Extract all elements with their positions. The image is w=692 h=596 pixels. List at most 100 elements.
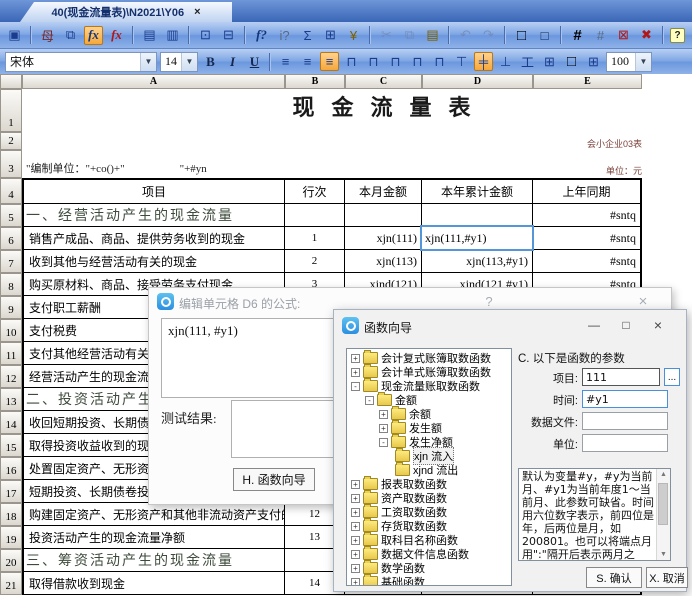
expand-icon[interactable]: - [351,382,360,391]
expand-icon[interactable]: + [351,494,360,503]
param-input-datafile[interactable] [582,412,668,430]
row-header[interactable]: 16 [0,457,22,480]
row-header[interactable]: 18 [0,503,22,526]
table-cell[interactable] [345,204,422,227]
align-center-icon[interactable]: ≡ [298,52,317,71]
fit-height-icon[interactable]: 工 [518,52,537,71]
row-header[interactable]: 12 [0,365,22,388]
expand-icon[interactable]: + [351,578,360,587]
zoom-select[interactable]: 100 ▼ [606,52,652,72]
border-middle-icon[interactable]: ⊓ [364,52,383,71]
scroll-up-icon[interactable]: ▲ [657,471,670,478]
expand-icon[interactable]: + [351,522,360,531]
tab-close-icon[interactable]: × [194,6,200,18]
table-compute-icon[interactable]: ⊞ [321,26,340,45]
sheet-tab[interactable]: 40(现金流量表)\N2021\Y06 × [20,2,232,22]
tree-item[interactable]: -金额 [347,393,511,407]
font-select[interactable]: 宋体 ▼ [5,52,157,72]
formula-icon[interactable]: fx [84,26,103,45]
cut-icon[interactable]: ✂ [377,26,396,45]
grid-bold-icon[interactable]: # [568,26,587,45]
dialog-close-icon[interactable]: × [635,293,651,310]
table-cell[interactable]: #sntq [533,204,640,227]
scrollbar[interactable]: ▲ ▼ [656,469,670,560]
table-cell[interactable]: #sntq [533,227,640,250]
border-thin-icon[interactable]: □ [535,26,554,45]
row-header[interactable]: 7 [0,250,22,273]
split-horizontal-icon[interactable]: ▤ [140,26,159,45]
print-preview-icon[interactable]: ⊡ [196,26,215,45]
table-cell[interactable]: 销售产成品、商品、提供劳务收到的现金 [24,227,285,250]
row-header[interactable]: 10 [0,319,22,342]
tree-item[interactable]: +数据文件信息函数 [347,547,511,561]
currency-icon[interactable]: ¥ [344,26,363,45]
font-size-select[interactable]: 14 ▼ [160,52,198,72]
selected-cell-d6[interactable]: xjn(111,#y1) [420,225,534,251]
help-note-icon[interactable]: ? [670,28,685,43]
table-cell[interactable]: xjn(111) [345,227,422,250]
formula-edit-icon[interactable]: fx [107,26,126,45]
paste-icon[interactable]: ▤ [423,26,442,45]
tree-item[interactable]: +数学函数 [347,561,511,575]
dialog-help-icon[interactable]: ? [481,294,497,309]
maximize-icon[interactable]: □ [618,318,634,332]
chevron-down-icon[interactable]: ▼ [635,53,651,71]
italic-button[interactable]: I [223,52,242,71]
underline-button[interactable]: U [245,52,264,71]
table-cell[interactable]: 2 [285,250,345,273]
table-cell[interactable]: 1 [285,227,345,250]
valign-top-icon[interactable]: ⊤ [452,52,471,71]
table-cell[interactable] [285,204,345,227]
cancel-button[interactable]: X. 取消 [646,567,688,588]
table-cell[interactable]: xjn(113) [345,250,422,273]
browse-button[interactable]: ... [664,368,680,386]
row-header[interactable]: 5 [0,204,22,227]
chevron-down-icon[interactable]: ▼ [181,53,197,71]
close-icon[interactable]: × [650,317,666,333]
table-cell[interactable]: 购建固定资产、无形资产和其他非流动资产支付的现金 [24,503,285,526]
table-header-cell[interactable]: 行次 [285,180,345,204]
col-header-d[interactable]: D [422,74,533,89]
align-left-icon[interactable]: ≡ [276,52,295,71]
redo-icon[interactable]: ↷ [479,26,498,45]
minimize-icon[interactable]: — [586,318,602,332]
tree-item[interactable]: +资产取数函数 [347,491,511,505]
row-header[interactable]: 14 [0,411,22,434]
grid-light-icon[interactable]: # [591,26,610,45]
col-header-e[interactable]: E [533,74,642,89]
col-header-b[interactable]: B [285,74,345,89]
row-header[interactable]: 15 [0,434,22,457]
table-cell[interactable]: 三、筹资活动产生的现金流量 [24,549,285,572]
row-header[interactable]: 19 [0,526,22,549]
expand-icon[interactable]: + [351,550,360,559]
cell-box-icon[interactable]: □ [562,52,581,71]
tree-item[interactable]: +会计复式账簿取数函数 [347,351,511,365]
bold-button[interactable]: B [201,52,220,71]
expand-icon[interactable]: + [351,564,360,573]
table-header-cell[interactable]: 项目 [24,180,285,204]
sum-icon[interactable]: Σ [298,26,317,45]
scroll-down-icon[interactable]: ▼ [657,551,670,558]
border-bottom-icon[interactable]: ⊓ [386,52,405,71]
table-cell[interactable]: 取得借款收到现金 [24,572,285,595]
clear-red-icon[interactable]: ✖ [637,26,656,45]
recalculate-icon[interactable]: i? [275,26,294,45]
row-header[interactable]: 9 [0,296,22,319]
table-header-cell[interactable]: 本年累计金额 [422,180,533,204]
grid-remove-icon[interactable]: ⊠ [614,26,633,45]
row-header[interactable]: 2 [0,132,22,150]
split-grid-icon[interactable]: ⊞ [584,52,603,71]
split-vertical-icon[interactable]: ▥ [163,26,182,45]
border-vertical-icon[interactable]: ⊓ [430,52,449,71]
param-input-item[interactable]: 111 [582,368,660,386]
table-header-cell[interactable]: 本月金额 [345,180,422,204]
table-header-cell[interactable]: 上年同期 [533,180,640,204]
row-header[interactable]: 1 [0,89,22,132]
border-thick-icon[interactable]: □ [512,26,531,45]
tree-item[interactable]: +存货取数函数 [347,519,511,533]
expand-icon[interactable]: + [351,480,360,489]
row-header[interactable]: 11 [0,342,22,365]
align-right-icon[interactable]: ≡ [320,52,339,71]
mother-sheet-icon[interactable]: 母 [38,26,57,45]
expand-icon[interactable]: - [379,438,388,447]
